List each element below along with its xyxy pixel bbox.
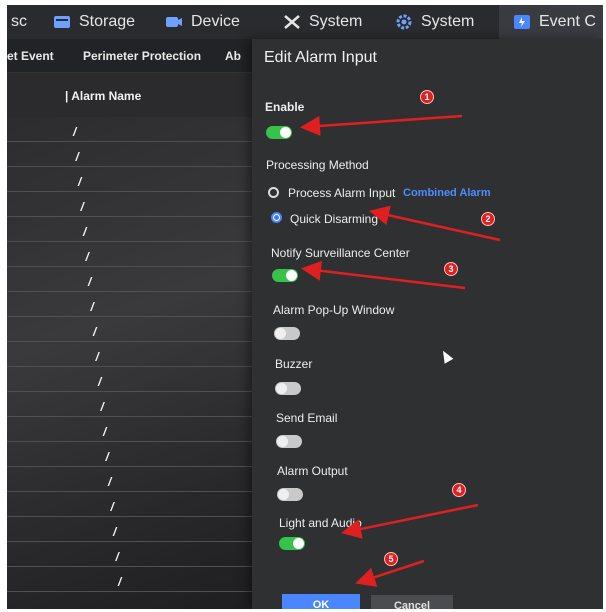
- buzzer-toggle[interactable]: [275, 382, 301, 395]
- top-navigation: sc Storage Device System System Event C: [7, 5, 603, 39]
- subnav-perimeter-protection[interactable]: Perimeter Protection: [83, 49, 201, 63]
- alarm-name-cell: /: [113, 525, 117, 539]
- alarm-name-cell: /: [85, 250, 89, 264]
- table-row[interactable]: [7, 316, 262, 317]
- nav-event-center-label: Event C: [539, 13, 596, 30]
- nav-item-system-tools[interactable]: System: [283, 13, 362, 31]
- camera-icon: [165, 14, 183, 30]
- table-row[interactable]: [7, 491, 262, 492]
- annotation-badge-3: 3: [444, 262, 458, 276]
- combined-alarm-link[interactable]: Combined Alarm: [403, 187, 491, 199]
- table-row[interactable]: [7, 591, 262, 592]
- toggle-knob: [277, 436, 288, 447]
- storage-icon: [53, 14, 71, 30]
- nav-device-label: Device: [191, 13, 240, 30]
- edit-alarm-input-dialog: Edit Alarm Input Enable Processing Metho…: [252, 39, 603, 609]
- alarm-name-cell: /: [73, 125, 77, 139]
- alarm-name-cell: /: [80, 200, 84, 214]
- annotation-badge-2: 2: [481, 212, 495, 226]
- table-row[interactable]: [7, 191, 262, 192]
- nav-system-tools-label: System: [309, 13, 363, 30]
- toggle-knob: [286, 270, 297, 281]
- nav-item-partial[interactable]: sc: [11, 13, 27, 31]
- annotation-badge-5: 5: [384, 552, 398, 566]
- subnav-event[interactable]: et Event: [7, 49, 54, 63]
- ok-button[interactable]: OK: [282, 594, 360, 609]
- dialog-title: Edit Alarm Input: [264, 49, 377, 66]
- subnav-partial[interactable]: Ab: [225, 49, 241, 63]
- quick-disarming-radio[interactable]: [271, 212, 282, 223]
- processing-method-label: Processing Method: [266, 158, 369, 172]
- alarm-name-cell: /: [75, 150, 79, 164]
- table-row[interactable]: [7, 391, 262, 392]
- nav-item-storage[interactable]: Storage: [53, 13, 135, 31]
- alarm-popup-window-label: Alarm Pop-Up Window: [273, 303, 395, 317]
- notify-surveillance-center-toggle[interactable]: [272, 269, 298, 282]
- alarm-name-cell: /: [93, 325, 97, 339]
- table-row[interactable]: [7, 241, 262, 242]
- alarm-name-cell: /: [100, 400, 104, 414]
- alarm-name-cell: /: [115, 550, 119, 564]
- table-row[interactable]: [7, 466, 262, 467]
- table-row[interactable]: [7, 266, 262, 267]
- nav-partial-label: sc: [11, 13, 27, 30]
- toggle-knob: [280, 127, 291, 138]
- nav-storage-label: Storage: [79, 13, 136, 30]
- table-row[interactable]: [7, 141, 262, 142]
- alarm-name-cell: /: [118, 575, 122, 589]
- toggle-knob: [275, 328, 286, 339]
- send-email-label: Send Email: [276, 411, 338, 425]
- table-row[interactable]: [7, 341, 262, 342]
- table-row[interactable]: [7, 541, 262, 542]
- alarm-input-list: | Alarm Name / / / / / / / / / / / / / / / / / / /: [7, 73, 262, 609]
- process-alarm-input-label: Process Alarm Input: [288, 186, 396, 200]
- process-alarm-input-radio[interactable]: [268, 187, 279, 198]
- alarm-output-toggle[interactable]: [277, 488, 303, 501]
- event-center-icon: [513, 14, 531, 30]
- table-row[interactable]: [7, 416, 262, 417]
- nav-item-system[interactable]: System: [395, 13, 474, 31]
- enable-label: Enable: [265, 100, 305, 114]
- alarm-name-cell: /: [105, 450, 109, 464]
- alarm-name-cell: /: [110, 500, 114, 514]
- alarm-popup-window-toggle[interactable]: [274, 327, 300, 340]
- alarm-name-cell: /: [108, 475, 112, 489]
- tools-icon: [283, 14, 301, 30]
- alarm-name-cell: /: [78, 175, 82, 189]
- alarm-name-cell: /: [98, 375, 102, 389]
- light-and-audio-label: Light and Audio: [279, 516, 362, 530]
- toggle-knob: [278, 489, 289, 500]
- enable-toggle[interactable]: [266, 126, 292, 139]
- alarm-name-cell: /: [90, 300, 94, 314]
- alarm-name-cell: /: [95, 350, 99, 364]
- alarm-output-label: Alarm Output: [277, 464, 348, 478]
- table-row[interactable]: [7, 516, 262, 517]
- quick-disarming-label: Quick Disarming: [290, 212, 379, 226]
- table-row[interactable]: [7, 366, 262, 367]
- notify-surveillance-center-label: Notify Surveillance Center: [271, 246, 410, 260]
- cancel-button[interactable]: Cancel: [371, 595, 453, 609]
- table-row[interactable]: [7, 166, 262, 167]
- alarm-name-cell: /: [103, 425, 107, 439]
- annotation-badge-4: 4: [452, 483, 466, 497]
- table-row[interactable]: [7, 216, 262, 217]
- table-row[interactable]: [7, 566, 262, 567]
- list-header: | Alarm Name: [7, 73, 262, 117]
- table-row[interactable]: [7, 291, 262, 292]
- nav-item-event-center[interactable]: Event C: [499, 5, 603, 39]
- screen-frame: sc Storage Device System System Event C …: [7, 5, 603, 609]
- buzzer-label: Buzzer: [275, 357, 313, 371]
- toggle-knob: [293, 538, 304, 549]
- send-email-toggle[interactable]: [276, 435, 302, 448]
- nav-item-device[interactable]: Device: [165, 13, 240, 31]
- alarm-name-cell: /: [83, 225, 87, 239]
- toggle-knob: [276, 383, 287, 394]
- light-and-audio-toggle[interactable]: [279, 537, 305, 550]
- nav-system-label: System: [421, 13, 475, 30]
- alarm-name-cell: /: [88, 275, 92, 289]
- table-row[interactable]: [7, 441, 262, 442]
- annotation-badge-1: 1: [420, 90, 434, 104]
- gear-icon: [395, 14, 413, 30]
- column-alarm-name: | Alarm Name: [65, 89, 142, 103]
